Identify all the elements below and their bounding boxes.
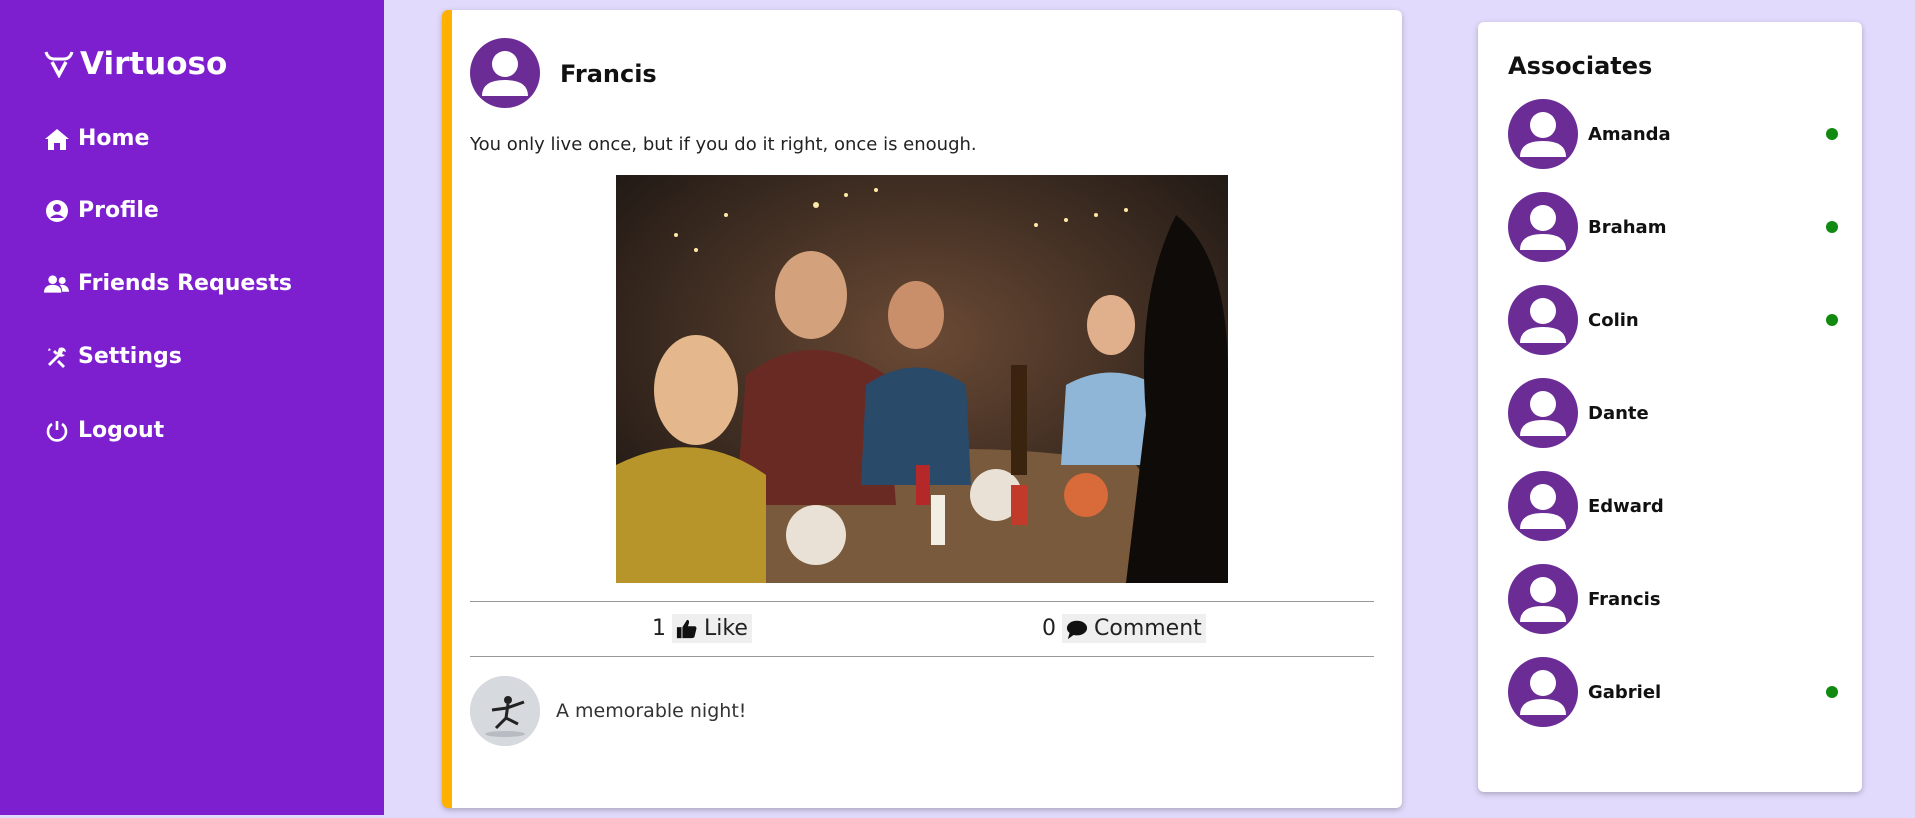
thumbs-up-icon <box>676 619 697 638</box>
users-icon <box>44 274 70 293</box>
user-avatar-icon <box>482 51 528 96</box>
post-text: You only live once, but if you do it rig… <box>470 134 977 155</box>
friend-item[interactable]: Braham <box>1508 192 1838 262</box>
friend-item[interactable]: Amanda <box>1508 99 1838 169</box>
user-avatar-icon <box>1520 298 1566 343</box>
friend-item[interactable]: Edward <box>1508 471 1838 541</box>
sidebar: Virtuoso Home Profile Friends Requests S… <box>0 0 384 815</box>
nav-profile[interactable]: Profile <box>44 198 159 223</box>
associates-panel: Associates Amanda Braham Colin Dante Edward F… <box>1478 22 1862 792</box>
brand-name: Virtuoso <box>80 46 228 82</box>
post-divider-top <box>470 601 1374 602</box>
post-author-name[interactable]: Francis <box>560 60 657 88</box>
friend-item[interactable]: Colin <box>1508 285 1838 355</box>
like-action: 1 Like <box>652 614 752 643</box>
post-divider-bottom <box>470 656 1374 657</box>
friend-item[interactable]: Dante <box>1508 378 1838 448</box>
comment-button[interactable]: Comment <box>1062 614 1206 643</box>
user-avatar-icon <box>1520 391 1566 436</box>
like-count: 1 <box>652 616 666 641</box>
friend-name: Edward <box>1588 495 1664 517</box>
friend-avatar <box>1508 378 1578 448</box>
post-author-avatar[interactable] <box>470 38 540 108</box>
user-circle-icon <box>46 199 68 222</box>
comment-action: 0 Comment <box>1042 614 1206 643</box>
nav-home-label: Home <box>78 126 150 151</box>
like-label: Like <box>704 616 748 641</box>
online-status-icon <box>1826 128 1838 140</box>
tools-icon <box>48 347 66 368</box>
friend-name: Gabriel <box>1588 681 1662 703</box>
friend-name: Dante <box>1588 402 1649 424</box>
post-card: Francis You only live once, but if you d… <box>442 10 1402 808</box>
post-photo <box>616 175 1228 583</box>
commenter-photo <box>470 676 540 746</box>
nav-friends-requests-label: Friends Requests <box>78 271 292 296</box>
comment-count: 0 <box>1042 616 1056 641</box>
nav-settings-label: Settings <box>78 344 182 369</box>
friend-item[interactable]: Gabriel <box>1508 657 1838 727</box>
online-status-icon <box>1826 221 1838 233</box>
friend-name: Braham <box>1588 216 1667 238</box>
user-avatar-icon <box>1520 484 1566 529</box>
power-icon <box>46 420 68 442</box>
online-status-icon <box>1826 686 1838 698</box>
home-icon <box>45 128 69 150</box>
nav-friends-requests[interactable]: Friends Requests <box>44 271 292 296</box>
comment-input[interactable] <box>556 700 1156 722</box>
online-status-icon <box>1826 314 1838 326</box>
friend-name: Francis <box>1588 588 1661 610</box>
commenter-avatar[interactable] <box>470 676 540 746</box>
friend-name: Colin <box>1588 309 1639 331</box>
friend-avatar <box>1508 99 1578 169</box>
friend-item[interactable]: Francis <box>1508 564 1838 634</box>
bull-logo-icon <box>44 51 74 78</box>
speech-bubble-icon <box>1066 620 1088 639</box>
brand[interactable]: Virtuoso <box>44 46 227 82</box>
friend-avatar <box>1508 471 1578 541</box>
user-avatar-icon <box>1520 670 1566 715</box>
friend-avatar <box>1508 192 1578 262</box>
friend-avatar <box>1508 657 1578 727</box>
nav-home[interactable]: Home <box>44 126 149 151</box>
friend-avatar <box>1508 564 1578 634</box>
friend-name: Amanda <box>1588 123 1671 145</box>
comment-label: Comment <box>1094 616 1202 641</box>
like-button[interactable]: Like <box>672 614 752 643</box>
nav-profile-label: Profile <box>78 198 159 223</box>
user-avatar-icon <box>1520 112 1566 157</box>
nav-settings[interactable]: Settings <box>44 344 182 369</box>
user-avatar-icon <box>1520 205 1566 250</box>
associates-title: Associates <box>1508 52 1653 80</box>
user-avatar-icon <box>1520 577 1566 622</box>
nav-logout-label: Logout <box>78 418 165 443</box>
friend-avatar <box>1508 285 1578 355</box>
nav-logout[interactable]: Logout <box>44 418 164 443</box>
